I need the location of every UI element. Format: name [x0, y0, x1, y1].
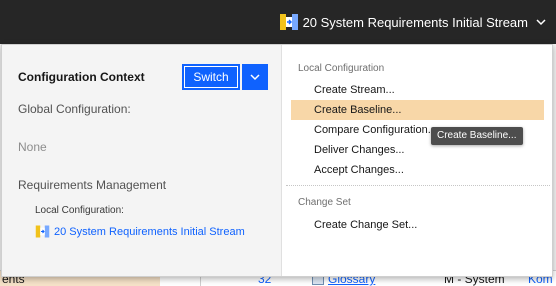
context-details-pane: Configuration Context Switch Global Conf… [2, 45, 282, 276]
requirements-management-label: Requirements Management [18, 178, 167, 192]
stream-icon [35, 225, 50, 238]
local-configuration-label: Local Configuration: [35, 205, 124, 216]
menu-divider [286, 185, 550, 186]
global-configuration-label: Global Configuration: [18, 102, 131, 116]
chevron-down-icon [536, 19, 546, 26]
configuration-context-picker[interactable]: 20 System Requirements Initial Stream [279, 10, 546, 34]
change-set-section-heading: Change Set [298, 197, 351, 208]
tooltip: Create Baseline... [431, 127, 523, 145]
switch-button[interactable]: Switch [182, 64, 240, 90]
configuration-actions-menu: Local Configuration Create Stream... Cre… [282, 45, 552, 276]
global-configuration-value: None [18, 140, 47, 154]
local-configuration-link-label: 20 System Requirements Initial Stream [54, 225, 245, 238]
menu-item-create-change-set[interactable]: Create Change Set... [291, 215, 544, 235]
chevron-down-icon [250, 74, 260, 81]
menu-item-create-baseline[interactable]: Create Baseline... [291, 100, 544, 120]
local-configuration-section-heading: Local Configuration [298, 63, 385, 74]
top-header-bar: 20 System Requirements Initial Stream [0, 0, 556, 44]
configuration-context-panel: Configuration Context Switch Global Conf… [1, 44, 553, 277]
menu-item-create-stream[interactable]: Create Stream... [291, 80, 544, 100]
local-configuration-link[interactable]: 20 System Requirements Initial Stream [35, 224, 245, 239]
stream-icon [279, 14, 298, 30]
panel-title: Configuration Context [18, 70, 145, 84]
menu-item-accept-changes[interactable]: Accept Changes... [291, 160, 544, 180]
switch-dropdown-button[interactable] [242, 64, 268, 90]
current-context-label: 20 System Requirements Initial Stream [302, 14, 528, 30]
